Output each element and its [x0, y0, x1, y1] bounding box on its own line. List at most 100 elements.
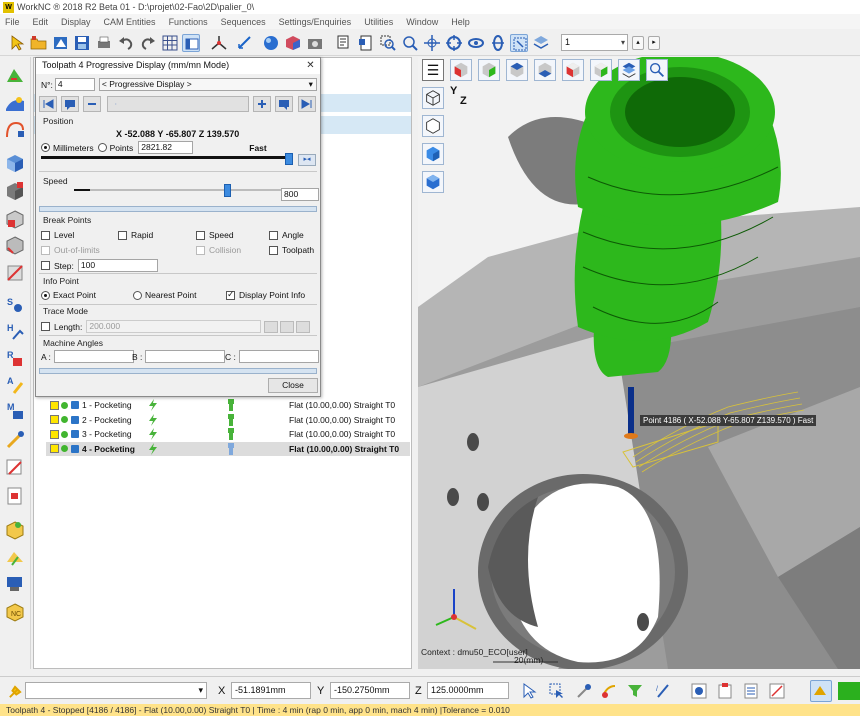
hamburger-menu-icon[interactable]: ☰: [422, 59, 444, 81]
select-mode-icon[interactable]: [510, 34, 528, 52]
menu-edit[interactable]: Edit: [33, 17, 49, 27]
layer-icon[interactable]: [532, 34, 550, 52]
view-right-icon[interactable]: [590, 59, 612, 81]
view-cube-blue-icon[interactable]: [422, 143, 444, 165]
select-box-icon[interactable]: [548, 682, 566, 700]
layer-next-button[interactable]: ▸: [648, 36, 660, 50]
workzone-icon[interactable]: [52, 34, 70, 52]
undo-icon[interactable]: [117, 34, 135, 52]
save-icon[interactable]: [73, 34, 91, 52]
layer-prev-button[interactable]: ▴: [632, 36, 644, 50]
print-icon[interactable]: [95, 34, 113, 52]
menu-functions[interactable]: Functions: [169, 17, 208, 27]
paint-icon[interactable]: [600, 682, 618, 700]
rotate-icon[interactable]: [445, 34, 463, 52]
trace-style-button[interactable]: [280, 320, 295, 333]
points-radio[interactable]: [97, 143, 107, 152]
toolpath-checkbox[interactable]: [50, 444, 59, 454]
machine-icon[interactable]: [4, 573, 26, 595]
z-coordinate-field[interactable]: 125.0000mm: [427, 682, 509, 699]
sphere-shade-icon[interactable]: [262, 34, 280, 52]
entity-select[interactable]: ▾: [25, 682, 207, 699]
part-icon[interactable]: [4, 208, 26, 230]
m-icon[interactable]: M: [4, 399, 26, 421]
grid-icon[interactable]: [161, 34, 179, 52]
toolpath-checkbox[interactable]: [50, 400, 59, 410]
layer-select[interactable]: 1 ▾: [561, 34, 628, 51]
toolpath-row[interactable]: 1 - Pocketing Flat (10.00,0.00) Straight…: [46, 398, 410, 413]
layout-icon[interactable]: [810, 680, 832, 702]
r-icon[interactable]: R: [4, 347, 26, 369]
view-cube-outline-icon[interactable]: [422, 115, 444, 137]
step-checkbox[interactable]: [41, 261, 50, 270]
ruler-icon[interactable]: [768, 682, 786, 700]
redo-icon[interactable]: [139, 34, 157, 52]
display-point-info-checkbox[interactable]: [226, 289, 235, 300]
points-field[interactable]: 2821.82: [138, 141, 194, 154]
stock-model-icon[interactable]: [4, 519, 26, 541]
checker-icon[interactable]: [4, 262, 26, 284]
zoom-window-icon[interactable]: [336, 34, 354, 52]
trace-style-button[interactable]: [264, 320, 279, 333]
go-end-button[interactable]: [298, 96, 316, 112]
3d-viewport[interactable]: ☰ Y Z Point 4186 ( X-52.088 Y-65.807 Z13…: [418, 57, 860, 669]
rapid-checkbox[interactable]: [118, 230, 127, 240]
y-coordinate-field[interactable]: -150.2750mm: [330, 682, 410, 699]
toolpath-row-selected[interactable]: 4 - Pocketing Flat (10.00,0.00) Straight…: [46, 441, 410, 456]
h-icon[interactable]: H: [4, 319, 26, 341]
view-iso-icon[interactable]: [618, 59, 640, 81]
toolpath-checkbox[interactable]: [50, 415, 59, 425]
nc-output-icon[interactable]: NC: [4, 601, 26, 623]
nearest-point-radio[interactable]: [133, 290, 142, 300]
toolpath-row[interactable]: 3 - Pocketing Flat (10.00,0.00) Straight…: [46, 427, 410, 442]
list-icon[interactable]: [742, 682, 760, 700]
collapse-bar[interactable]: [39, 206, 317, 212]
open-folder-icon[interactable]: [30, 34, 48, 52]
trace-style-button[interactable]: [296, 320, 311, 333]
position-slider-thumb[interactable]: [285, 153, 293, 165]
speed-slider-thumb[interactable]: [224, 184, 231, 197]
report-icon[interactable]: [4, 485, 26, 507]
speed-field[interactable]: 800: [281, 188, 319, 201]
view-bottom-icon[interactable]: [534, 59, 556, 81]
close-button[interactable]: Close: [268, 378, 318, 393]
angle-checkbox[interactable]: [269, 230, 278, 240]
view-cube-solid-icon[interactable]: [422, 171, 444, 193]
angle-c-field[interactable]: [238, 350, 319, 363]
tool-cut-icon[interactable]: [4, 457, 26, 479]
holder-icon[interactable]: [4, 234, 26, 256]
angle-b-field[interactable]: [145, 350, 226, 363]
toolpath-row[interactable]: 2 - Pocketing Flat (10.00,0.00) Straight…: [46, 413, 410, 428]
menu-sequences[interactable]: Sequences: [221, 17, 266, 27]
level-checkbox[interactable]: [41, 230, 50, 240]
stock-icon[interactable]: [4, 152, 26, 174]
slash-icon[interactable]: /: [654, 682, 672, 700]
close-icon[interactable]: ✕: [301, 58, 320, 73]
pick-icon[interactable]: [575, 682, 593, 700]
cursor-icon[interactable]: [8, 34, 26, 52]
x-coordinate-field[interactable]: -51.1891mm: [231, 682, 311, 699]
stop-button[interactable]: [83, 96, 101, 112]
play-button[interactable]: [107, 96, 249, 112]
view-left-icon[interactable]: [562, 59, 584, 81]
menu-window[interactable]: Window: [406, 17, 438, 27]
toolpath-number-field[interactable]: 4: [54, 78, 95, 91]
zoom-extents-icon[interactable]: [646, 59, 668, 81]
zoom-icon[interactable]: [401, 34, 419, 52]
exact-point-radio[interactable]: [41, 290, 50, 300]
step-forward-button[interactable]: [275, 96, 293, 112]
document-icon[interactable]: [357, 34, 375, 52]
speed-checkbox[interactable]: [196, 230, 205, 240]
axis-icon[interactable]: [210, 34, 228, 52]
info-icon[interactable]: [690, 682, 708, 700]
out-of-limits-checkbox[interactable]: [41, 245, 50, 255]
view-back-icon[interactable]: [478, 59, 500, 81]
collapse-bar[interactable]: [39, 368, 317, 374]
cursor-snap-icon[interactable]: [520, 682, 538, 700]
simulation-icon[interactable]: [4, 547, 26, 569]
expand-icon[interactable]: ▸◂: [298, 154, 316, 166]
menu-help[interactable]: Help: [451, 17, 470, 27]
length-checkbox[interactable]: [41, 322, 50, 331]
menu-utilities[interactable]: Utilities: [364, 17, 393, 27]
surface-icon[interactable]: [4, 93, 26, 115]
